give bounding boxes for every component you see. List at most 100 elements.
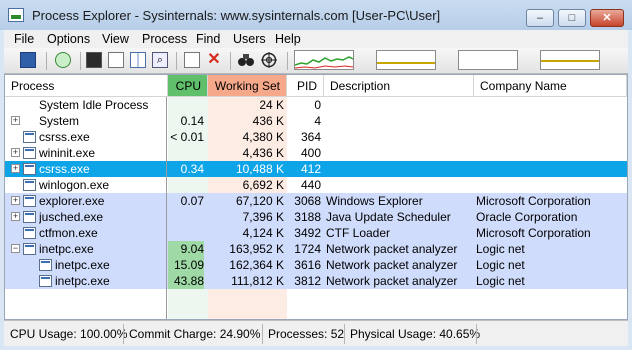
refresh-icon[interactable] [55,52,71,68]
app-icon [8,8,24,22]
process-row[interactable]: + wininit.exe 4,436 K 400 [5,145,627,161]
properties-icon[interactable] [184,52,200,68]
expand-icon[interactable]: + [11,212,20,221]
physical-memory-graph[interactable] [540,50,600,70]
process-row[interactable]: + System 0.14 436 K 4 [5,113,627,129]
pid-value: 4 [314,114,321,128]
target-icon[interactable] [261,52,277,68]
description-value: Network packet analyzer [326,242,458,256]
menu-process[interactable]: Process [142,32,187,46]
menu-options[interactable]: Options [47,32,90,46]
description-value: Network packet analyzer [326,274,458,288]
properties-icon[interactable] [108,52,124,68]
description-value [326,161,472,177]
process-icon [23,227,36,239]
working-set-value: 4,436 K [242,146,284,160]
process-icon [23,131,36,143]
column-header-description[interactable]: Description [324,75,474,97]
process-row[interactable]: System Idle Process 24 K 0 [5,97,627,113]
column-header-cpu[interactable]: CPU [168,75,208,97]
process-row[interactable]: + explorer.exe 0.07 67,120 K 3068 Windows Exp… [5,193,627,209]
working-set-value: 4,380 K [242,130,284,144]
system-info-icon[interactable] [86,52,102,68]
process-row[interactable]: + csrss.exe 0.34 10,488 K 412 [5,161,627,177]
expand-icon[interactable]: + [11,164,20,173]
close-button[interactable]: ✕ [590,9,624,27]
pid-value: 0 [314,98,321,112]
column-header-pid[interactable]: PID [287,75,324,97]
description-value [326,97,472,113]
company-value: Logic net [476,242,525,256]
column-header-company[interactable]: Company Name [474,75,627,97]
process-name: wininit.exe [39,146,96,160]
title-bar: Process Explorer - Sysinternals: www.sys… [0,0,632,30]
process-row[interactable]: inetpc.exe 15.09 162,364 K 3616 Network pack… [5,257,627,273]
process-icon [23,211,36,223]
working-set-value: 111,812 K [231,274,284,288]
process-row[interactable]: + jusched.exe 7,396 K 3188 Java Update Sched… [5,209,627,225]
expand-icon[interactable]: + [11,148,20,157]
process-row[interactable]: − inetpc.exe 9.04 163,952 K 1724 Network pack… [5,241,627,257]
description-value: CTF Loader [326,226,391,240]
expand-icon[interactable]: + [11,196,20,205]
pid-value: 3188 [294,210,321,224]
process-icon [23,147,36,159]
company-value: Logic net [476,258,525,272]
kill-process-icon[interactable]: ✕ [206,52,222,68]
toolbar-separator [287,52,288,70]
process-row[interactable]: inetpc.exe 43.88 111,812 K 3812 Network pack… [5,273,627,289]
description-value: Java Update Scheduler [326,210,451,224]
process-name: csrss.exe [39,162,90,176]
menu-find[interactable]: Find [196,32,220,46]
company-value: Oracle Corporation [476,210,578,224]
working-set-value: 24 K [259,98,284,112]
pid-value: 1724 [294,242,321,256]
status-separator [344,324,345,344]
collapse-icon[interactable]: − [11,244,20,253]
process-name: inetpc.exe [55,274,110,288]
pid-value: 3616 [294,258,321,272]
process-row[interactable]: csrss.exe < 0.01 4,380 K 364 [5,129,627,145]
working-set-value: 436 K [252,114,284,128]
process-name: System Idle Process [39,98,149,112]
process-icon [39,259,52,271]
company-value: Microsoft Corporation [476,194,591,208]
maximize-button[interactable]: □ [558,9,586,27]
description-value [326,145,472,161]
status-physical-usage: Physical Usage: 40.65% [350,327,481,341]
process-name: winlogon.exe [39,178,110,192]
find-handle-icon[interactable] [238,52,254,68]
working-set-value: 67,120 K [235,194,284,208]
process-icon [23,243,36,255]
process-name: inetpc.exe [39,242,94,256]
minimize-button[interactable]: – [526,9,554,27]
cpu-value: 0.34 [180,162,204,176]
toolbar-separator [80,52,81,70]
menu-help[interactable]: Help [275,32,301,46]
save-icon[interactable] [20,52,36,68]
cpu-usage-graph[interactable] [294,50,354,70]
cpu-value: < 0.01 [170,130,204,144]
cpu-value [168,97,204,113]
column-divider [166,97,167,319]
status-separator [476,324,477,344]
process-row[interactable]: ctfmon.exe 4,124 K 3492 CTF Loader Microsoft… [5,225,627,241]
column-header-working-set[interactable]: Working Set [208,75,287,97]
menu-view[interactable]: View [102,32,129,46]
pid-value: 440 [300,178,321,192]
status-separator [262,324,263,344]
process-icon [23,179,36,191]
process-name: ctfmon.exe [39,226,98,240]
io-graph[interactable] [458,50,518,70]
commit-graph[interactable] [376,50,436,70]
toolbar-separator [230,52,231,70]
columns-icon[interactable] [130,52,146,68]
working-set-value: 4,124 K [242,226,284,240]
column-header-process[interactable]: Process [5,75,168,97]
process-row[interactable]: winlogon.exe 6,692 K 440 [5,177,627,193]
menu-file[interactable]: File [14,32,34,46]
expand-icon[interactable]: + [11,116,20,125]
find-window-icon[interactable]: ⌕ [152,52,168,68]
menu-users[interactable]: Users [233,32,266,46]
description-value: Windows Explorer [326,194,423,208]
